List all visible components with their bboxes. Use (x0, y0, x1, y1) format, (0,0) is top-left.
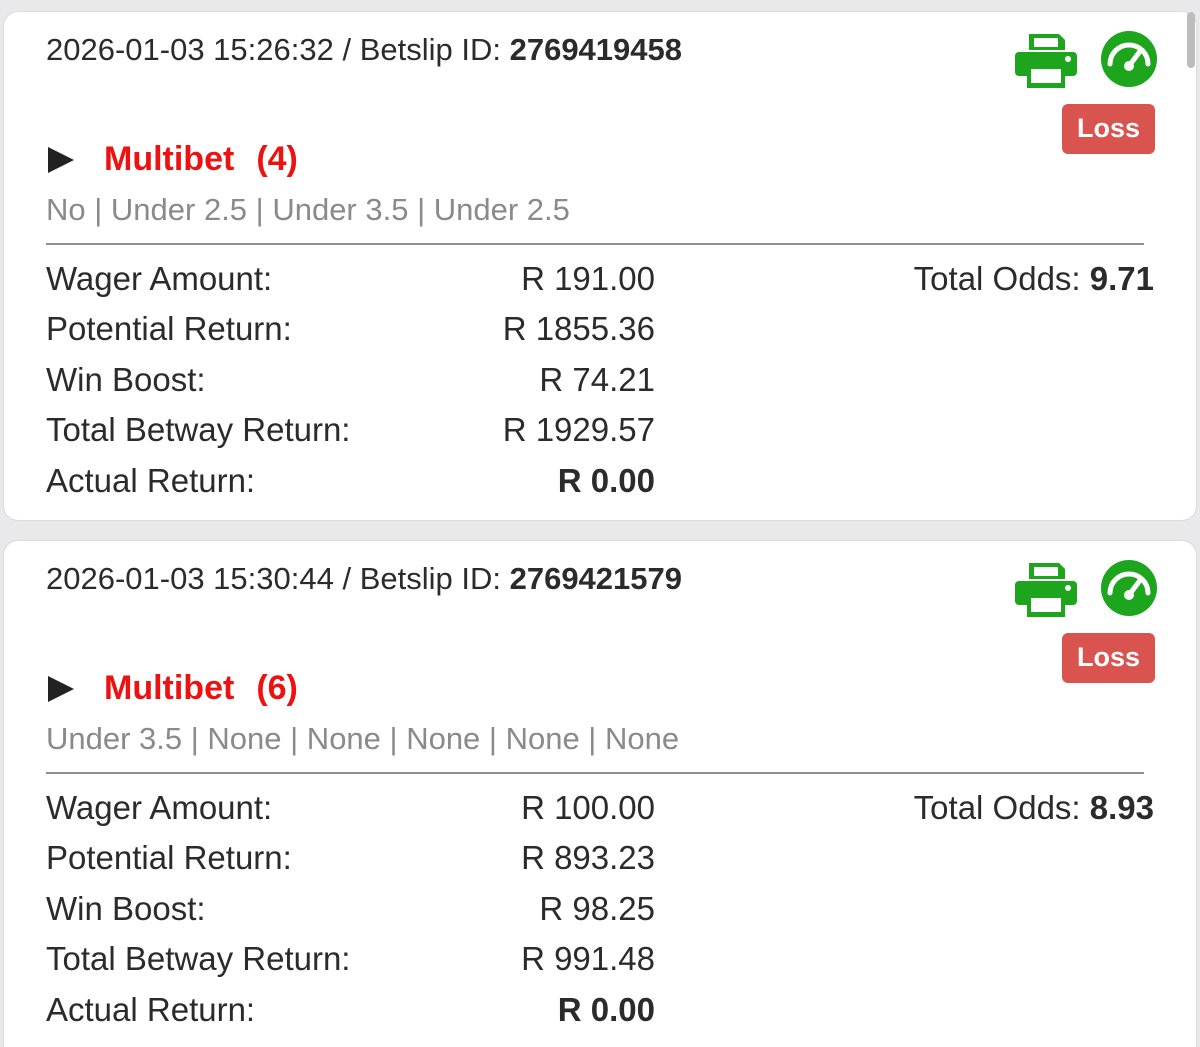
betslip-id-label: Betslip ID: (359, 561, 510, 596)
total-return-label: Total Betway Return: (46, 411, 351, 448)
status-badge: Loss (1062, 633, 1155, 683)
speedometer-icon[interactable] (1100, 30, 1158, 88)
betslip-id: 2769421579 (509, 561, 683, 596)
actual-return-label: Actual Return: (46, 462, 256, 499)
play-triangle-icon[interactable] (48, 146, 74, 173)
win-boost-value: R 74.21 (539, 361, 655, 398)
total-odds: Total Odds: 9.71 (914, 260, 1154, 298)
betslip-card[interactable]: 2026-01-03 15:26:32 / Betslip ID: 276941… (4, 12, 1196, 520)
leg-count: (6) (256, 669, 298, 707)
bet-type-toggle[interactable]: Multibet (4) (48, 140, 298, 179)
wager-value: R 100.00 (521, 789, 655, 826)
total-return-value: R 1929.57 (502, 411, 655, 448)
actual-return-value: R 0.00 (557, 991, 655, 1028)
divider (46, 243, 1144, 245)
printer-icon[interactable] (1013, 30, 1079, 90)
potential-return-label: Potential Return: (46, 310, 292, 347)
selections-summary: Under 3.5 | None | None | None | None | … (46, 721, 680, 756)
total-odds-value: 9.71 (1089, 260, 1154, 297)
speedometer-icon[interactable] (1100, 559, 1158, 617)
betslip-header: 2026-01-03 15:30:44 / Betslip ID: 276942… (46, 561, 682, 597)
betslip-datetime: 2026-01-03 15:26:32 (46, 32, 334, 67)
scrollbar[interactable] (1187, 12, 1195, 68)
betslip-header: 2026-01-03 15:26:32 / Betslip ID: 276941… (46, 32, 682, 68)
total-return-value: R 991.48 (521, 940, 655, 977)
betslip-history-page: 2026-01-03 15:26:32 / Betslip ID: 276941… (0, 0, 1200, 1047)
betslip-datetime: 2026-01-03 15:30:44 (46, 561, 334, 596)
win-boost-value: R 98.25 (539, 890, 655, 927)
leg-count: (4) (256, 140, 298, 178)
bet-type-label: Multibet (104, 669, 235, 707)
total-return-label: Total Betway Return: (46, 940, 351, 977)
bet-type-toggle[interactable]: Multibet (6) (48, 669, 298, 708)
divider (46, 772, 1144, 774)
potential-return-label: Potential Return: (46, 839, 292, 876)
total-odds-label: Total Odds: (913, 260, 1090, 297)
total-odds: Total Odds: 8.93 (914, 789, 1154, 827)
total-odds-label: Total Odds: (913, 789, 1090, 826)
win-boost-label: Win Boost: (46, 890, 206, 927)
betslip-separator: / (333, 561, 360, 596)
wager-label: Wager Amount: (46, 789, 273, 826)
betslip-separator: / (333, 32, 360, 67)
potential-return-value: R 893.23 (521, 839, 655, 876)
bet-type-label: Multibet (104, 140, 235, 178)
selections-summary: No | Under 2.5 | Under 3.5 | Under 2.5 (46, 192, 570, 227)
wager-value: R 191.00 (521, 260, 655, 297)
betslip-id-label: Betslip ID: (359, 32, 510, 67)
betslip-id: 2769419458 (509, 32, 683, 67)
total-odds-value: 8.93 (1089, 789, 1154, 826)
printer-icon[interactable] (1013, 559, 1079, 619)
actual-return-value: R 0.00 (557, 462, 655, 499)
betslip-card[interactable]: 2026-01-03 15:30:44 / Betslip ID: 276942… (4, 541, 1196, 1047)
wager-label: Wager Amount: (46, 260, 273, 297)
play-triangle-icon[interactable] (48, 675, 74, 702)
win-boost-label: Win Boost: (46, 361, 206, 398)
potential-return-value: R 1855.36 (502, 310, 655, 347)
status-badge: Loss (1062, 104, 1155, 154)
actual-return-label: Actual Return: (46, 991, 256, 1028)
